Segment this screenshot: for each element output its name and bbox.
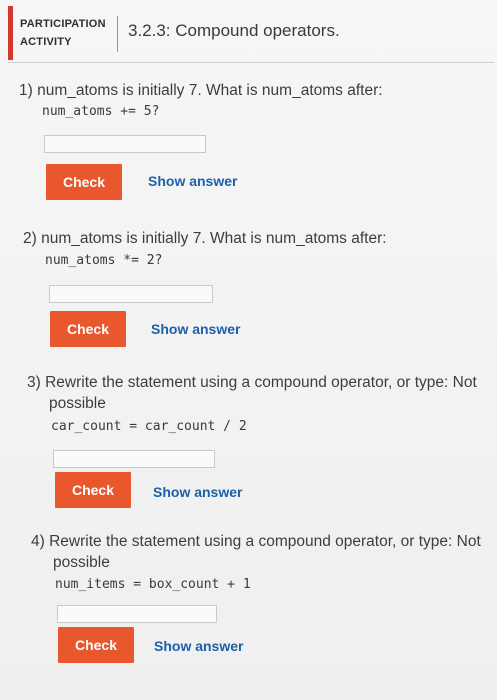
activity-type-label: PARTICIPATION ACTIVITY — [20, 15, 106, 51]
question-4-text: 4) Rewrite the statement using a compoun… — [31, 531, 481, 573]
activity-type-line1: PARTICIPATION — [20, 18, 106, 30]
answer-input[interactable] — [57, 605, 217, 623]
check-button[interactable]: Check — [55, 472, 131, 508]
question-prompt-line1: Rewrite the statement using a compound o… — [49, 533, 481, 550]
question-1-code: num_atoms += 5? — [42, 104, 160, 119]
answer-input[interactable] — [44, 135, 206, 153]
page: PARTICIPATION ACTIVITY 3.2.3: Compound o… — [0, 0, 497, 700]
question-2-code: num_atoms *= 2? — [45, 253, 163, 268]
question-4-code: num_items = box_count + 1 — [55, 577, 251, 592]
header-divider — [117, 16, 118, 52]
answer-input[interactable] — [49, 285, 213, 303]
question-prompt: num_atoms is initially 7. What is num_at… — [37, 82, 383, 99]
show-answer-button[interactable]: Show answer — [151, 321, 240, 337]
check-button[interactable]: Check — [58, 627, 134, 663]
question-prompt: num_atoms is initially 7. What is num_at… — [41, 230, 387, 247]
question-3-text: 3) Rewrite the statement using a compoun… — [27, 372, 477, 414]
question-prompt-line2: possible — [49, 395, 106, 412]
accent-bar — [8, 6, 13, 60]
question-number: 1) — [19, 82, 33, 99]
show-answer-button[interactable]: Show answer — [154, 638, 243, 654]
question-prompt-line1: Rewrite the statement using a compound o… — [45, 374, 477, 391]
question-2-text: 2) num_atoms is initially 7. What is num… — [23, 228, 387, 249]
check-button[interactable]: Check — [46, 164, 122, 200]
activity-header: PARTICIPATION ACTIVITY 3.2.3: Compound o… — [8, 6, 494, 63]
activity-title: 3.2.3: Compound operators. — [128, 21, 340, 40]
question-number: 4) — [31, 533, 45, 550]
question-1-text: 1) num_atoms is initially 7. What is num… — [19, 80, 383, 101]
answer-input[interactable] — [53, 450, 215, 468]
show-answer-button[interactable]: Show answer — [153, 484, 242, 500]
show-answer-button[interactable]: Show answer — [148, 173, 237, 189]
question-3-code: car_count = car_count / 2 — [51, 419, 247, 434]
question-number: 3) — [27, 374, 41, 391]
check-button[interactable]: Check — [50, 311, 126, 347]
question-number: 2) — [23, 230, 37, 247]
question-prompt-line2: possible — [53, 554, 110, 571]
activity-type-line2: ACTIVITY — [20, 36, 72, 48]
